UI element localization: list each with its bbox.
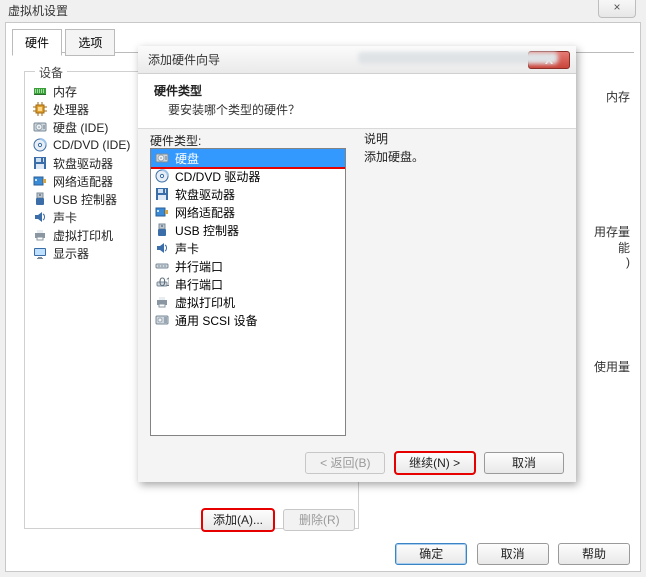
- peek-close-paren: ): [626, 255, 630, 269]
- display-icon: [33, 246, 47, 260]
- wizard-next-button[interactable]: 继续(N) >: [395, 452, 475, 474]
- peek-usage: 使用量: [594, 358, 630, 375]
- remove-hardware-button: 删除(R): [283, 509, 355, 531]
- scsi-icon: [155, 313, 169, 327]
- device-label: 网络适配器: [53, 173, 113, 190]
- hw-item-sound[interactable]: 声卡: [151, 239, 345, 257]
- hw-item-label: 虚拟打印机: [175, 294, 235, 311]
- memory-icon: [33, 84, 47, 98]
- device-label: 软盘驱动器: [53, 155, 113, 172]
- hw-item-floppy[interactable]: 软盘驱动器: [151, 185, 345, 203]
- wizard-titlebar: 添加硬件向导 X: [138, 46, 576, 74]
- cd-icon: [33, 138, 47, 152]
- hw-type-listbox[interactable]: 硬盘 CD/DVD 驱动器 软盘驱动器 网络适配器 USB 控制器 声卡 并行端…: [150, 148, 346, 436]
- hdd-icon: [33, 120, 47, 134]
- settings-close-button[interactable]: ×: [598, 0, 636, 18]
- hw-item-serial[interactable]: 串行端口: [151, 275, 345, 293]
- device-label: 内存: [53, 83, 77, 100]
- hw-item-vprinter[interactable]: 虚拟打印机: [151, 293, 345, 311]
- help-button[interactable]: 帮助: [558, 543, 630, 565]
- device-label: 硬盘 (IDE): [53, 119, 108, 136]
- hw-item-label: 硬盘: [175, 150, 199, 167]
- wizard-heading: 硬件类型: [154, 82, 560, 99]
- device-label: 显示器: [53, 245, 89, 262]
- hw-item-usb[interactable]: USB 控制器: [151, 221, 345, 239]
- serial-port-icon: [155, 277, 169, 291]
- nic-icon: [33, 174, 47, 188]
- device-label: 处理器: [53, 101, 89, 118]
- device-label: 声卡: [53, 209, 77, 226]
- hw-item-hdd[interactable]: 硬盘: [151, 149, 345, 167]
- tab-strip: 硬件 选项: [12, 29, 115, 56]
- wizard-cancel-button[interactable]: 取消: [484, 452, 564, 474]
- wizard-back-button: < 返回(B): [305, 452, 385, 474]
- hw-item-label: 网络适配器: [175, 204, 235, 221]
- printer-icon: [155, 295, 169, 309]
- wizard-subheading: 要安装哪个类型的硬件？: [154, 101, 560, 118]
- floppy-icon: [33, 156, 47, 170]
- tab-options[interactable]: 选项: [65, 29, 115, 56]
- parallel-port-icon: [155, 259, 169, 273]
- hw-item-parallel[interactable]: 并行端口: [151, 257, 345, 275]
- cd-icon: [155, 169, 169, 183]
- hdd-icon: [155, 151, 169, 165]
- peek-perf: 能: [618, 239, 630, 256]
- hw-item-label: 通用 SCSI 设备: [175, 312, 258, 329]
- wizard-desc-text: 添加硬盘。: [364, 148, 424, 165]
- device-label: CD/DVD (IDE): [53, 138, 130, 152]
- hw-item-cddvd[interactable]: CD/DVD 驱动器: [151, 167, 345, 185]
- settings-footer: 确定 取消 帮助: [6, 543, 640, 565]
- wizard-footer: < 返回(B) 继续(N) > 取消: [138, 452, 576, 474]
- hw-item-label: 串行端口: [175, 276, 223, 293]
- device-label: 虚拟打印机: [53, 227, 113, 244]
- device-label: USB 控制器: [53, 191, 117, 208]
- cancel-button[interactable]: 取消: [477, 543, 549, 565]
- hw-item-label: USB 控制器: [175, 222, 239, 239]
- sound-icon: [155, 241, 169, 255]
- hw-type-label: 硬件类型:: [150, 132, 564, 149]
- nic-icon: [155, 205, 169, 219]
- wizard-header: 硬件类型 要安装哪个类型的硬件？: [138, 74, 576, 129]
- wizard-body: 硬件类型: 硬盘 CD/DVD 驱动器 软盘驱动器 网络适配器 USB 控制器 …: [150, 126, 564, 436]
- device-list-header: 设备: [35, 64, 67, 81]
- ok-button[interactable]: 确定: [395, 543, 467, 565]
- peek-storage: 用存量: [594, 223, 630, 240]
- usb-icon: [155, 223, 169, 237]
- add-hardware-wizard: 添加硬件向导 X 硬件类型 要安装哪个类型的硬件？ 硬件类型: 硬盘 CD/DV…: [138, 46, 576, 482]
- add-hardware-button[interactable]: 添加(A)...: [202, 509, 274, 531]
- printer-icon: [33, 228, 47, 242]
- hw-item-nic[interactable]: 网络适配器: [151, 203, 345, 221]
- sound-icon: [33, 210, 47, 224]
- hw-item-label: 软盘驱动器: [175, 186, 235, 203]
- peek-memory: 内存: [606, 88, 630, 105]
- wizard-title: 添加硬件向导: [148, 51, 220, 68]
- hw-item-label: CD/DVD 驱动器: [175, 168, 260, 185]
- hw-item-label: 声卡: [175, 240, 199, 257]
- redacted-strip: [358, 52, 558, 64]
- hw-item-label: 并行端口: [175, 258, 223, 275]
- usb-icon: [33, 192, 47, 206]
- hw-item-scsi[interactable]: 通用 SCSI 设备: [151, 311, 345, 329]
- wizard-desc-label: 说明: [364, 130, 388, 147]
- settings-title: 虚拟机设置: [8, 2, 68, 19]
- floppy-icon: [155, 187, 169, 201]
- cpu-icon: [33, 102, 47, 116]
- add-remove-row: 添加(A)... 删除(R): [196, 509, 355, 531]
- tab-hardware[interactable]: 硬件: [12, 29, 62, 56]
